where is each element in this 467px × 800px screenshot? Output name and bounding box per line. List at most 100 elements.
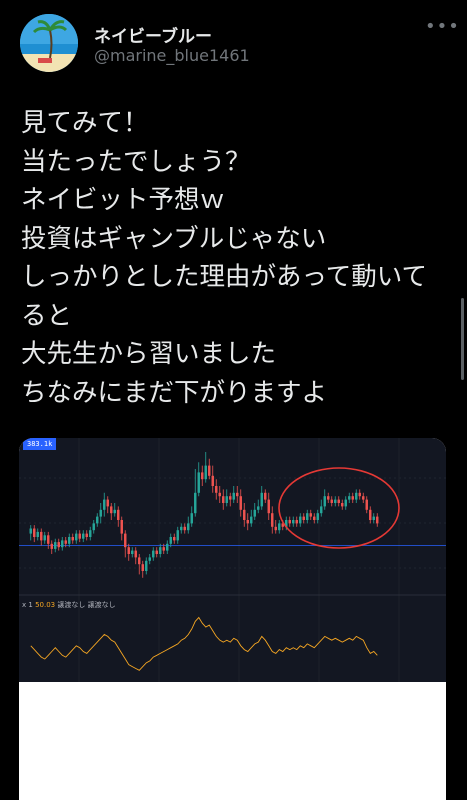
candle-body	[71, 537, 74, 541]
rsi-legend-value: 50.03	[35, 601, 56, 609]
candle-body	[236, 492, 239, 497]
rsi-line	[30, 616, 378, 671]
candle-body	[47, 535, 50, 544]
candle-body	[75, 533, 78, 541]
candle-body	[313, 516, 316, 520]
candle-body	[299, 516, 302, 524]
candle-body	[337, 499, 340, 503]
candle-body	[127, 547, 130, 554]
candle-body	[253, 509, 256, 517]
candle-body	[43, 535, 46, 541]
candle-body	[250, 516, 253, 524]
candle-body	[124, 533, 127, 548]
candle-body	[131, 550, 134, 554]
candle-body	[57, 542, 60, 548]
candle-body	[372, 516, 375, 520]
candle-body	[257, 506, 260, 510]
candle-body	[306, 513, 309, 520]
candle-body	[96, 516, 99, 524]
chart-grid	[19, 438, 446, 682]
candle-body	[29, 528, 32, 534]
candle-body	[138, 557, 141, 565]
candle-body	[292, 520, 295, 524]
candle-body	[89, 530, 92, 537]
candle-body	[211, 475, 214, 486]
tweet-media[interactable]: 383.1k x 1 50.03 譲渡なし 譲渡なし	[19, 438, 446, 800]
tweet-line: しっかりとした理由があって動いて	[21, 262, 427, 292]
candle-body	[365, 499, 368, 510]
candle-body	[344, 499, 347, 507]
candle-body	[260, 492, 263, 507]
candle-body	[330, 499, 333, 503]
candle-body	[197, 472, 200, 493]
candle-body	[187, 523, 190, 531]
tweet-header: ネイビーブルー @marine_blue1461 •••	[0, 0, 467, 80]
candle-body	[173, 537, 176, 541]
candle-body	[64, 540, 67, 544]
candle-body	[274, 526, 277, 531]
candle-body	[61, 540, 64, 548]
candle-body	[362, 496, 365, 500]
tweet-line: 見てみて！	[21, 108, 149, 138]
candle-body	[341, 503, 344, 507]
candle-body	[169, 537, 172, 544]
candle-body	[222, 496, 225, 503]
display-name[interactable]: ネイビーブルー	[94, 22, 212, 47]
rsi-legend-label: 譲渡なし	[87, 601, 116, 609]
candle-body	[120, 520, 123, 534]
candle-body	[369, 509, 372, 520]
price-badge: 383.1k	[23, 438, 57, 450]
candle-body	[110, 506, 113, 514]
tweet-line: 大先生から習いました	[21, 339, 277, 369]
candle-body	[348, 496, 351, 500]
rsi-legend: x 1 50.03 譲渡なし 譲渡なし	[22, 600, 116, 610]
candle-body	[159, 547, 162, 554]
candle-body	[302, 516, 305, 520]
candle-body	[103, 499, 106, 510]
candle-body	[36, 531, 39, 537]
candle-body	[155, 550, 158, 554]
candle-body	[267, 499, 270, 514]
candle-body	[50, 543, 53, 549]
tweet-line: 当たったでしょう？	[21, 146, 251, 177]
user-handle[interactable]: @marine_blue1461	[94, 46, 250, 65]
candle-body	[201, 472, 204, 480]
candle-body	[40, 531, 43, 541]
candle-body	[82, 533, 85, 539]
candle-body	[152, 550, 155, 558]
candle-body	[148, 557, 151, 561]
chart-image[interactable]: 383.1k x 1 50.03 譲渡なし 譲渡なし	[19, 438, 446, 682]
candle-body	[68, 537, 71, 544]
candle-body	[145, 560, 148, 571]
candle-body	[264, 492, 267, 500]
candle-body	[246, 520, 249, 524]
scrollbar[interactable]	[461, 298, 464, 380]
candle-body	[208, 465, 211, 476]
candle-body	[309, 513, 312, 517]
candle-body	[271, 513, 274, 527]
candle-body	[166, 543, 169, 551]
candle-body	[117, 509, 120, 520]
tweet-text: 見てみて！ 当たったでしょう？ ネイビット予想ｗ 投資はギャンブルじゃない しっ…	[21, 104, 451, 412]
candle-body	[194, 492, 197, 514]
avatar[interactable]	[20, 14, 78, 72]
candle-body	[78, 533, 81, 539]
candle-body	[99, 509, 102, 517]
candle-body	[229, 496, 232, 500]
more-dots-icon[interactable]: •••	[425, 18, 459, 42]
candle-body	[295, 520, 298, 524]
tweet-line: ちなみにまだ下がりますよ	[21, 377, 328, 408]
candle-body	[176, 530, 179, 541]
beach-palm-icon	[20, 14, 78, 72]
candle-body	[54, 542, 57, 549]
annotation-circle	[278, 467, 400, 549]
candle-body	[278, 523, 281, 531]
candle-body	[327, 496, 330, 500]
candle-body	[180, 526, 183, 531]
candle-body	[376, 516, 379, 524]
candle-body	[320, 506, 323, 514]
candle-body	[355, 492, 358, 500]
candle-body	[218, 492, 221, 497]
candle-body	[113, 509, 116, 514]
candle-body	[351, 496, 354, 500]
